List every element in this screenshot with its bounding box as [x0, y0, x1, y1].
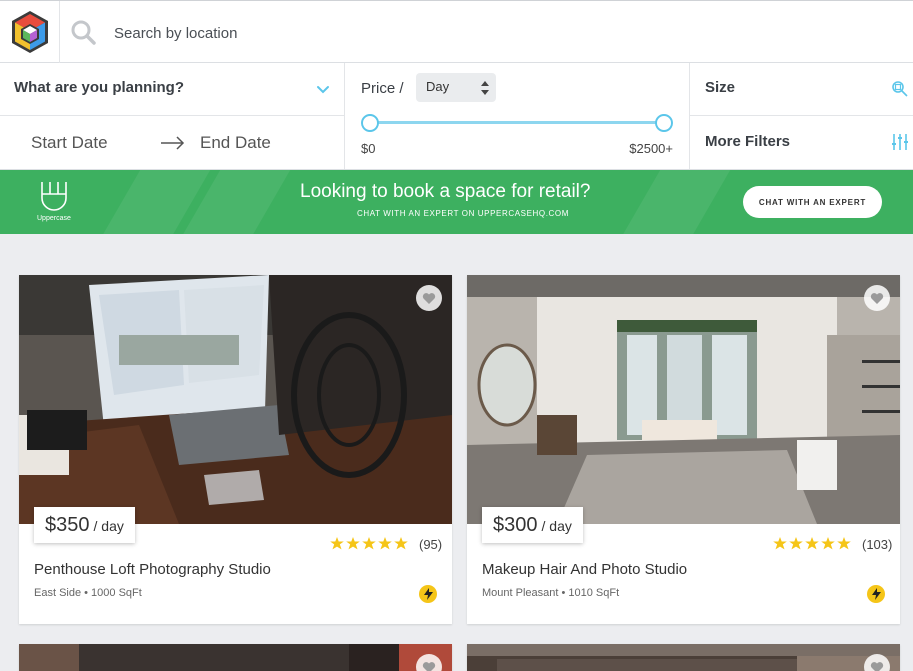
listing-photo[interactable]	[19, 275, 452, 524]
size-and-more: Size More Filters	[690, 63, 913, 169]
heart-icon	[870, 292, 884, 304]
instant-book-badge	[419, 585, 437, 603]
price-min-label: $0	[361, 141, 376, 156]
price-max-label: $2500+	[629, 141, 673, 156]
price-slider-max-handle[interactable]	[655, 114, 673, 132]
promo-banner: Uppercase Looking to book a space for re…	[0, 170, 913, 234]
listing-photo	[19, 644, 452, 671]
size-label: Size	[705, 79, 736, 96]
price-period-value: Day	[426, 79, 450, 94]
heart-icon	[422, 292, 436, 304]
review-count: (95)	[419, 537, 443, 552]
star-icon	[805, 537, 819, 550]
star-icon	[789, 537, 803, 550]
instant-book-badge	[867, 585, 885, 603]
loft-photo-image	[19, 275, 452, 524]
review-count: (103)	[862, 537, 893, 552]
listing-meta: Mount Pleasant • 1010 SqFt	[482, 587, 620, 599]
chat-with-expert-button[interactable]: CHAT WITH AN EXPERT	[743, 186, 882, 218]
listing-card[interactable]	[467, 644, 900, 671]
favorite-button[interactable]	[864, 285, 890, 311]
select-arrows-icon	[481, 81, 489, 95]
price-period-select[interactable]: Day	[416, 73, 496, 102]
listing-title[interactable]: Makeup Hair And Photo Studio	[482, 561, 687, 578]
listing-price: $350	[45, 514, 90, 536]
star-icon	[773, 537, 787, 550]
lightning-icon	[423, 588, 433, 600]
start-date-field[interactable]: Start Date	[31, 133, 108, 153]
banner-title: Looking to book a space for retail?	[300, 181, 591, 202]
heart-icon	[870, 661, 884, 671]
price-slider-min-handle[interactable]	[361, 114, 379, 132]
planning-dropdown[interactable]: What are you planning?	[0, 63, 344, 116]
star-icon	[346, 537, 360, 550]
banner-subtitle: CHAT WITH AN EXPERT ON UPPERCASEHQ.COM	[357, 209, 570, 218]
heart-icon	[422, 661, 436, 671]
arrow-right-icon	[161, 136, 185, 150]
price-slider-track[interactable]	[370, 121, 664, 124]
filter-bar: What are you planning? Start Date End Da…	[0, 63, 913, 170]
chevron-down-icon	[317, 86, 329, 94]
star-icon	[362, 537, 376, 550]
price-filter: Price / Day $0 $2500+	[345, 63, 690, 169]
planning-and-dates: What are you planning? Start Date End Da…	[0, 63, 345, 169]
planning-label: What are you planning?	[14, 79, 185, 96]
listing-price: $300	[493, 514, 538, 536]
star-icon	[837, 537, 851, 550]
rating-stars	[773, 537, 851, 550]
banner-logo-text: Uppercase	[37, 215, 71, 222]
favorite-button[interactable]	[416, 285, 442, 311]
size-filter[interactable]: Size	[690, 63, 913, 116]
size-icon	[892, 81, 908, 97]
app-logo-icon	[11, 11, 48, 53]
listing-card[interactable]	[19, 644, 452, 671]
banner-stripe	[608, 170, 742, 234]
more-filters-button[interactable]: More Filters	[705, 133, 790, 150]
listing-meta: East Side • 1000 SqFt	[34, 587, 142, 599]
app-logo[interactable]	[0, 1, 60, 63]
price-label: Price /	[361, 80, 404, 97]
listing-photo	[467, 644, 900, 671]
price-tag: $350 / day	[34, 507, 135, 543]
star-icon	[378, 537, 392, 550]
sliders-icon[interactable]	[891, 133, 909, 151]
top-search-bar	[0, 0, 913, 63]
end-date-field[interactable]: End Date	[200, 133, 271, 153]
studio-photo-image	[467, 275, 900, 524]
star-icon	[330, 537, 344, 550]
lightning-icon	[871, 588, 881, 600]
search-icon	[71, 20, 96, 45]
star-icon	[394, 537, 408, 550]
rating-stars	[330, 537, 408, 550]
listing-card[interactable]: $300 / day (103) Makeup Hair And Photo S…	[467, 275, 900, 624]
search-input[interactable]	[114, 19, 894, 47]
price-tag: $300 / day	[482, 507, 583, 543]
listing-title[interactable]: Penthouse Loft Photography Studio	[34, 561, 271, 578]
listing-price-unit: / day	[93, 518, 124, 534]
listing-price-unit: / day	[541, 518, 572, 534]
listing-card[interactable]: $350 / day (95) Penthouse Loft Photograp…	[19, 275, 452, 624]
listing-photo[interactable]	[467, 275, 900, 524]
star-icon	[821, 537, 835, 550]
